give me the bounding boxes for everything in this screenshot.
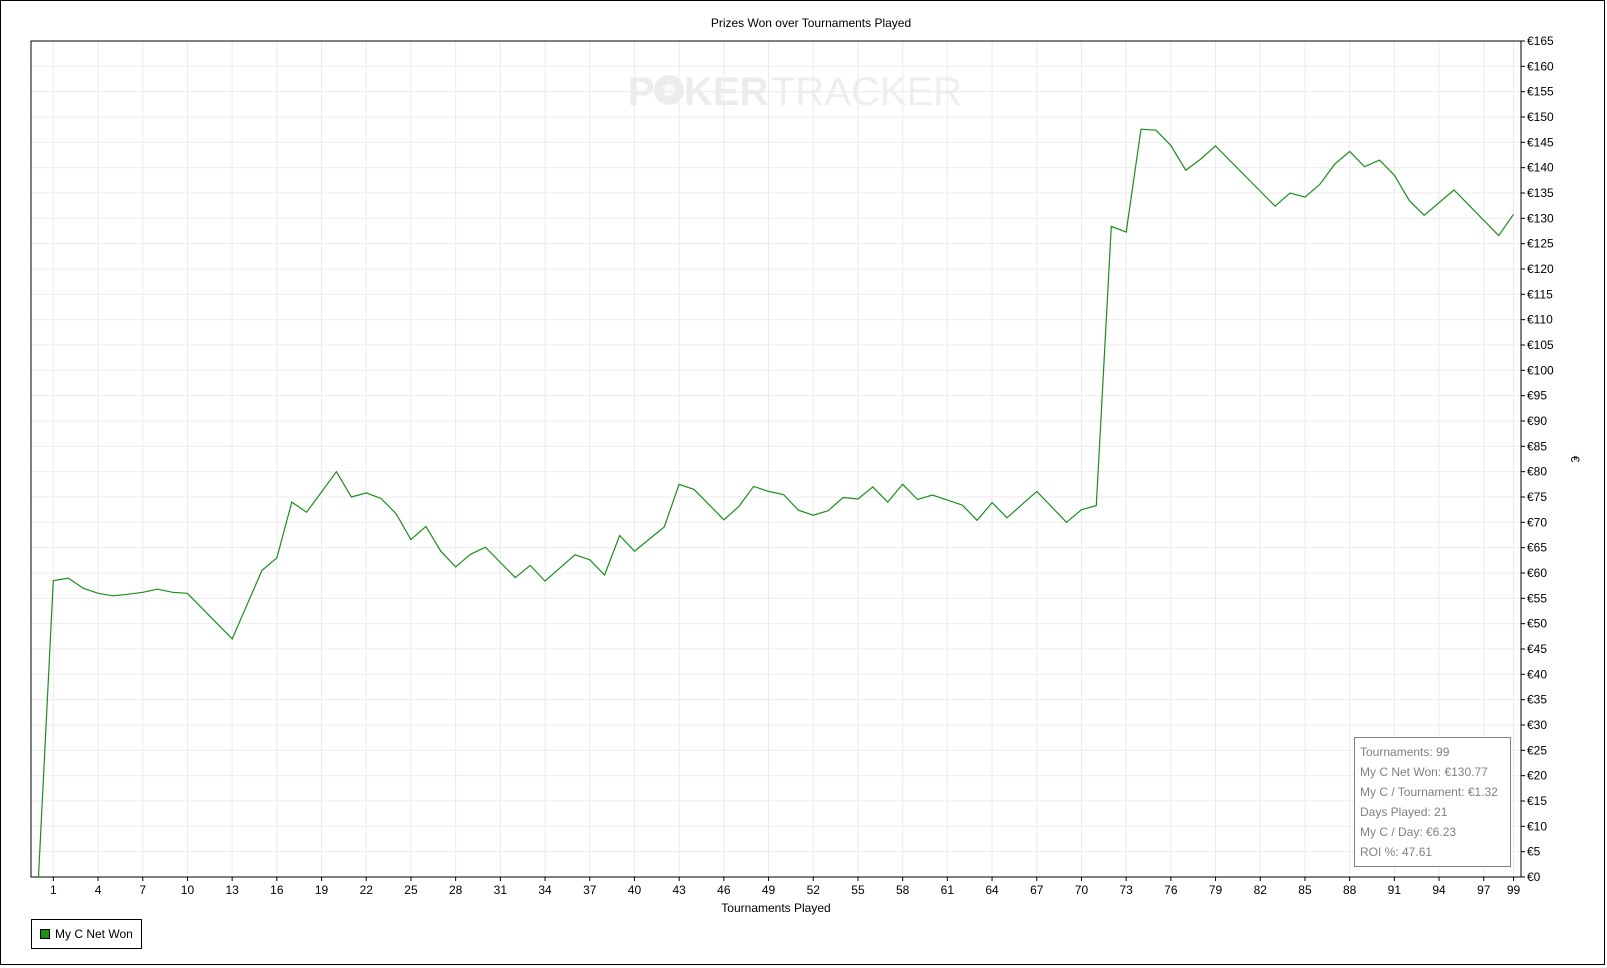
x-tick-label: 7	[139, 883, 146, 897]
y-tick-label: €125	[1527, 237, 1554, 251]
x-tick-label: 79	[1209, 883, 1223, 897]
y-tick-label: €95	[1527, 389, 1547, 403]
y-tick-label: €80	[1527, 465, 1547, 479]
x-tick-label: 22	[360, 883, 374, 897]
x-tick-label: 82	[1254, 883, 1268, 897]
y-tick-label: €140	[1527, 161, 1554, 175]
x-tick-label: 67	[1030, 883, 1044, 897]
y-tick-label: €45	[1527, 642, 1547, 656]
x-tick-label: 31	[494, 883, 508, 897]
x-tick-label: 88	[1343, 883, 1357, 897]
y-tick-label: €0	[1527, 870, 1541, 884]
x-tick-label: 4	[95, 883, 102, 897]
y-tick-label: €160	[1527, 59, 1554, 73]
y-axis-label: €	[1568, 456, 1582, 463]
x-tick-label: 52	[807, 883, 821, 897]
y-tick-label: €85	[1527, 439, 1547, 453]
x-tick-label: 97	[1477, 883, 1491, 897]
y-tick-label: €115	[1527, 287, 1553, 301]
y-tick-label: €60	[1527, 566, 1547, 580]
x-tick-label: 55	[851, 883, 865, 897]
y-tick-label: €20	[1527, 769, 1547, 783]
y-tick-label: €165	[1527, 34, 1554, 48]
y-tick-label: €55	[1527, 591, 1547, 605]
x-tick-label: 99	[1507, 883, 1521, 897]
y-tick-label: €150	[1527, 110, 1554, 124]
chart-title: Prizes Won over Tournaments Played	[711, 16, 911, 30]
x-tick-label: 1	[50, 883, 57, 897]
y-tick-label: €120	[1527, 262, 1554, 276]
y-tick-label: €65	[1527, 541, 1547, 555]
x-axis: 1 4 7 10 13 16 19 22 25 28 31 34 37 40 43 46 49 52 55 58 61 6…	[50, 877, 1521, 897]
y-tick-label: €90	[1527, 414, 1547, 428]
x-tick-label: 46	[717, 883, 731, 897]
stats-net-won: My C Net Won: €130.77	[1360, 765, 1488, 779]
stats-per-day: My C / Day: €6.23	[1360, 825, 1457, 839]
x-tick-label: 28	[449, 883, 463, 897]
stats-roi: ROI %: 47.61	[1360, 845, 1433, 859]
legend-swatch-icon	[40, 929, 50, 939]
grid-lines	[31, 40, 1521, 878]
y-tick-label: €35	[1527, 693, 1547, 707]
series-layer	[37, 128, 1514, 878]
x-tick-label: 76	[1164, 883, 1178, 897]
y-tick-label: €155	[1527, 85, 1554, 99]
series-line-my-c-net-won	[37, 128, 1514, 878]
x-tick-label: 16	[270, 883, 284, 897]
x-tick-label: 70	[1075, 883, 1089, 897]
y-tick-label: €15	[1527, 794, 1547, 808]
x-tick-label: 34	[538, 883, 552, 897]
x-tick-label: 61	[941, 883, 955, 897]
x-tick-label: 25	[404, 883, 418, 897]
x-tick-label: 37	[583, 883, 597, 897]
y-tick-label: €130	[1527, 211, 1554, 225]
chart-window: Prizes Won over Tournaments Played P KER…	[0, 0, 1605, 965]
stats-days-played: Days Played: 21	[1360, 805, 1448, 819]
x-tick-label: 10	[181, 883, 195, 897]
x-tick-label: 40	[628, 883, 642, 897]
y-tick-label: €10	[1527, 819, 1547, 833]
y-tick-label: €100	[1527, 363, 1554, 377]
x-tick-label: 91	[1388, 883, 1402, 897]
x-axis-label: Tournaments Played	[721, 901, 830, 915]
chart-legend: My C Net Won	[31, 919, 142, 949]
y-tick-label: €5	[1527, 845, 1541, 859]
x-tick-label: 43	[672, 883, 686, 897]
x-tick-label: 64	[985, 883, 999, 897]
plot-area	[30, 40, 1522, 878]
y-tick-label: €25	[1527, 743, 1547, 757]
x-tick-label: 49	[762, 883, 776, 897]
x-tick-label: 13	[225, 883, 239, 897]
y-tick-label: €135	[1527, 186, 1554, 200]
stats-tournaments: Tournaments: 99	[1360, 745, 1450, 759]
watermark-chip-center	[663, 84, 675, 96]
y-tick-label: €75	[1527, 490, 1547, 504]
y-tick-label: €105	[1527, 338, 1554, 352]
y-tick-label: €40	[1527, 667, 1547, 681]
y-axis: €0 €5 €10 €15 €20 €25 €30 €35 €40 €45 €50 €55 €60 €65…	[1521, 34, 1554, 884]
x-tick-label: 85	[1298, 883, 1312, 897]
stats-per-tournament: My C / Tournament: €1.32	[1360, 785, 1498, 799]
stats-summary-box: Tournaments: 99 My C Net Won: €130.77 My…	[1354, 737, 1511, 867]
x-tick-label: 73	[1119, 883, 1133, 897]
y-tick-label: €110	[1527, 313, 1553, 327]
x-tick-label: 94	[1432, 883, 1446, 897]
x-tick-label: 19	[315, 883, 329, 897]
legend-label: My C Net Won	[55, 927, 133, 941]
y-tick-label: €30	[1527, 718, 1547, 732]
x-tick-label: 58	[896, 883, 910, 897]
y-tick-label: €70	[1527, 515, 1547, 529]
y-tick-label: €50	[1527, 617, 1547, 631]
y-tick-label: €145	[1527, 135, 1554, 149]
